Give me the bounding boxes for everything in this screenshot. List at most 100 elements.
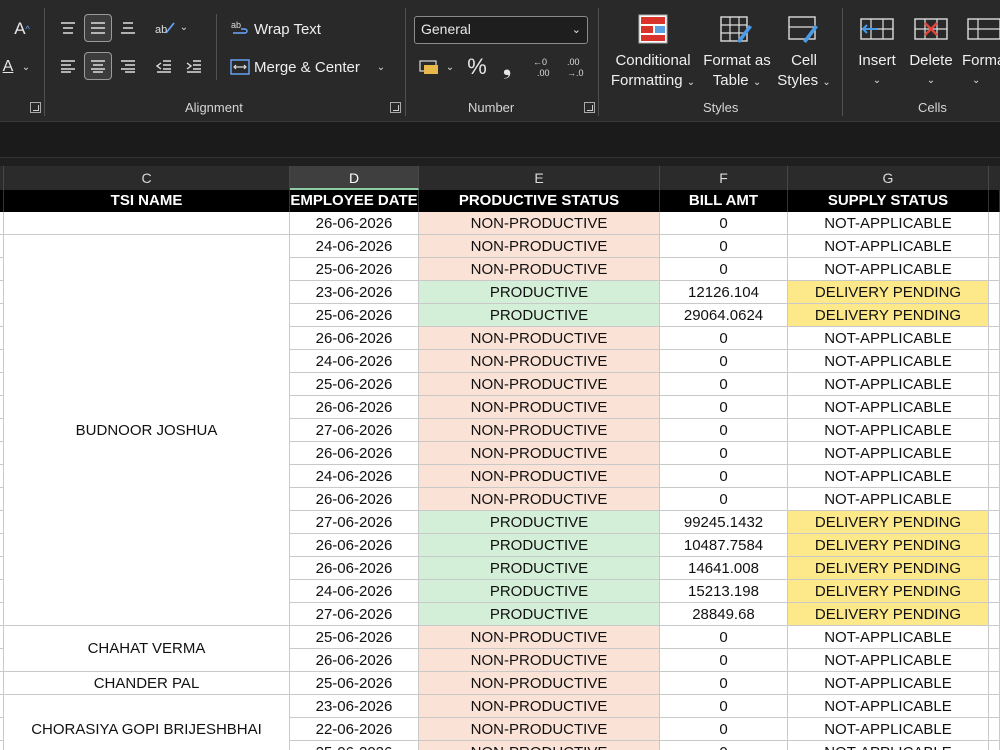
bill-amt-cell[interactable]: 99245.1432	[660, 511, 788, 534]
formula-bar[interactable]	[0, 122, 1000, 158]
align-left-icon[interactable]	[56, 54, 80, 78]
bill-amt-cell[interactable]: 0	[660, 741, 788, 750]
alignment-dialog-launcher[interactable]	[390, 102, 401, 113]
productive-status-cell[interactable]: PRODUCTIVE	[419, 603, 660, 626]
bill-amt-cell[interactable]: 0	[660, 350, 788, 373]
employee-date-cell[interactable]: 26-06-2026	[290, 396, 419, 419]
bill-amt-cell[interactable]: 0	[660, 442, 788, 465]
productive-status-cell[interactable]: NON-PRODUCTIVE	[419, 718, 660, 741]
header-tsi-name[interactable]: TSI NAME	[4, 190, 290, 212]
insert-button[interactable]: Insert ⌄	[852, 51, 902, 91]
supply-status-cell[interactable]: NOT-APPLICABLE	[788, 672, 989, 695]
accounting-format-icon[interactable]	[416, 56, 442, 78]
productive-status-cell[interactable]: NON-PRODUCTIVE	[419, 741, 660, 750]
format-cells-icon[interactable]	[966, 12, 1000, 46]
wrap-text-icon[interactable]: ab	[230, 18, 250, 40]
employee-date-cell[interactable]: 26-06-2026	[290, 488, 419, 511]
bill-amt-cell[interactable]: 0	[660, 626, 788, 649]
header-employee-date[interactable]: EMPLOYEE DATE	[290, 190, 419, 212]
employee-date-cell[interactable]: 24-06-2026	[290, 580, 419, 603]
align-bottom-icon[interactable]	[116, 16, 140, 40]
worksheet-grid[interactable]: TSI NAME EMPLOYEE DATE PRODUCTIVE STATUS…	[0, 190, 1000, 750]
supply-status-cell[interactable]: NOT-APPLICABLE	[788, 350, 989, 373]
supply-status-cell[interactable]: NOT-APPLICABLE	[788, 465, 989, 488]
supply-status-cell[interactable]: NOT-APPLICABLE	[788, 718, 989, 741]
supply-status-cell[interactable]: DELIVERY PENDING	[788, 580, 989, 603]
row-edge-cell[interactable]	[989, 258, 1000, 281]
supply-status-cell[interactable]: NOT-APPLICABLE	[788, 419, 989, 442]
tsi-name-cell[interactable]: CHORASIYA GOPI BRIJESHBHAI	[4, 695, 290, 750]
row-edge-cell[interactable]	[989, 488, 1000, 511]
row-edge-cell[interactable]	[989, 373, 1000, 396]
row-edge-cell[interactable]	[989, 304, 1000, 327]
productive-status-cell[interactable]: NON-PRODUCTIVE	[419, 672, 660, 695]
row-edge-cell[interactable]	[989, 212, 1000, 235]
row-edge-cell[interactable]	[989, 603, 1000, 626]
bill-amt-cell[interactable]: 15213.198	[660, 580, 788, 603]
insert-cells-icon[interactable]	[858, 12, 896, 46]
format-as-table-icon[interactable]	[718, 12, 754, 46]
format-as-table-button[interactable]: Format as Table ⌄	[702, 51, 772, 93]
productive-status-cell[interactable]: NON-PRODUCTIVE	[419, 465, 660, 488]
supply-status-cell[interactable]: NOT-APPLICABLE	[788, 212, 989, 235]
productive-status-cell[interactable]: NON-PRODUCTIVE	[419, 626, 660, 649]
orientation-dropdown-icon[interactable]: ⌄	[178, 20, 190, 34]
bill-amt-cell[interactable]: 0	[660, 465, 788, 488]
cell-styles-icon[interactable]	[786, 12, 822, 46]
bill-amt-cell[interactable]: 0	[660, 718, 788, 741]
row-edge-cell[interactable]	[989, 741, 1000, 750]
supply-status-cell[interactable]: NOT-APPLICABLE	[788, 258, 989, 281]
accounting-dropdown-icon[interactable]: ⌄	[444, 60, 456, 74]
merge-center-button[interactable]: Merge & Center	[254, 59, 360, 76]
orientation-icon[interactable]: ab	[152, 16, 178, 40]
delete-cells-icon[interactable]	[912, 12, 950, 46]
employee-date-cell[interactable]: 26-06-2026	[290, 212, 419, 235]
row-edge-cell[interactable]	[989, 281, 1000, 304]
productive-status-cell[interactable]: NON-PRODUCTIVE	[419, 327, 660, 350]
bill-amt-cell[interactable]: 0	[660, 649, 788, 672]
increase-indent-icon[interactable]	[182, 54, 206, 78]
bill-amt-cell[interactable]: 0	[660, 672, 788, 695]
productive-status-cell[interactable]: PRODUCTIVE	[419, 557, 660, 580]
tsi-name-cell[interactable]	[4, 212, 290, 235]
decrease-indent-icon[interactable]	[152, 54, 176, 78]
employee-date-cell[interactable]: 27-06-2026	[290, 419, 419, 442]
tsi-name-cell[interactable]: BUDNOOR JOSHUA	[4, 235, 290, 626]
tsi-name-cell[interactable]: CHANDER PAL	[4, 672, 290, 695]
percent-style-icon[interactable]: %	[464, 54, 490, 80]
employee-date-cell[interactable]: 26-06-2026	[290, 442, 419, 465]
row-edge-cell[interactable]	[989, 350, 1000, 373]
row-edge-cell[interactable]	[989, 649, 1000, 672]
font-dialog-launcher[interactable]	[30, 102, 41, 113]
format-button[interactable]: Forma ⌄	[962, 51, 1000, 91]
supply-status-cell[interactable]: DELIVERY PENDING	[788, 534, 989, 557]
employee-date-cell[interactable]: 23-06-2026	[290, 695, 419, 718]
bill-amt-cell[interactable]: 0	[660, 396, 788, 419]
conditional-formatting-button[interactable]: Conditional Formatting ⌄	[610, 51, 696, 93]
bill-amt-cell[interactable]: 0	[660, 235, 788, 258]
employee-date-cell[interactable]: 26-06-2026	[290, 649, 419, 672]
employee-date-cell[interactable]: 25-06-2026	[290, 373, 419, 396]
supply-status-cell[interactable]: NOT-APPLICABLE	[788, 626, 989, 649]
employee-date-cell[interactable]: 25-06-2026	[290, 626, 419, 649]
bill-amt-cell[interactable]: 0	[660, 327, 788, 350]
supply-status-cell[interactable]: DELIVERY PENDING	[788, 304, 989, 327]
row-edge-cell[interactable]	[989, 235, 1000, 258]
employee-date-cell[interactable]: 26-06-2026	[290, 557, 419, 580]
header-productive-status[interactable]: PRODUCTIVE STATUS	[419, 190, 660, 212]
merge-center-dropdown-icon[interactable]: ⌄	[374, 60, 388, 74]
conditional-formatting-icon[interactable]	[636, 12, 670, 46]
employee-date-cell[interactable]: 24-06-2026	[290, 235, 419, 258]
font-color-icon[interactable]: A	[0, 56, 16, 78]
bill-amt-cell[interactable]: 28849.68	[660, 603, 788, 626]
bill-amt-cell[interactable]: 12126.104	[660, 281, 788, 304]
productive-status-cell[interactable]: NON-PRODUCTIVE	[419, 350, 660, 373]
bill-amt-cell[interactable]: 10487.7584	[660, 534, 788, 557]
productive-status-cell[interactable]: NON-PRODUCTIVE	[419, 649, 660, 672]
bill-amt-cell[interactable]: 0	[660, 695, 788, 718]
increase-font-size-icon[interactable]: A ^	[10, 18, 34, 40]
productive-status-cell[interactable]: NON-PRODUCTIVE	[419, 212, 660, 235]
employee-date-cell[interactable]: 26-06-2026	[290, 327, 419, 350]
productive-status-cell[interactable]: NON-PRODUCTIVE	[419, 442, 660, 465]
merge-center-icon[interactable]	[230, 56, 250, 78]
